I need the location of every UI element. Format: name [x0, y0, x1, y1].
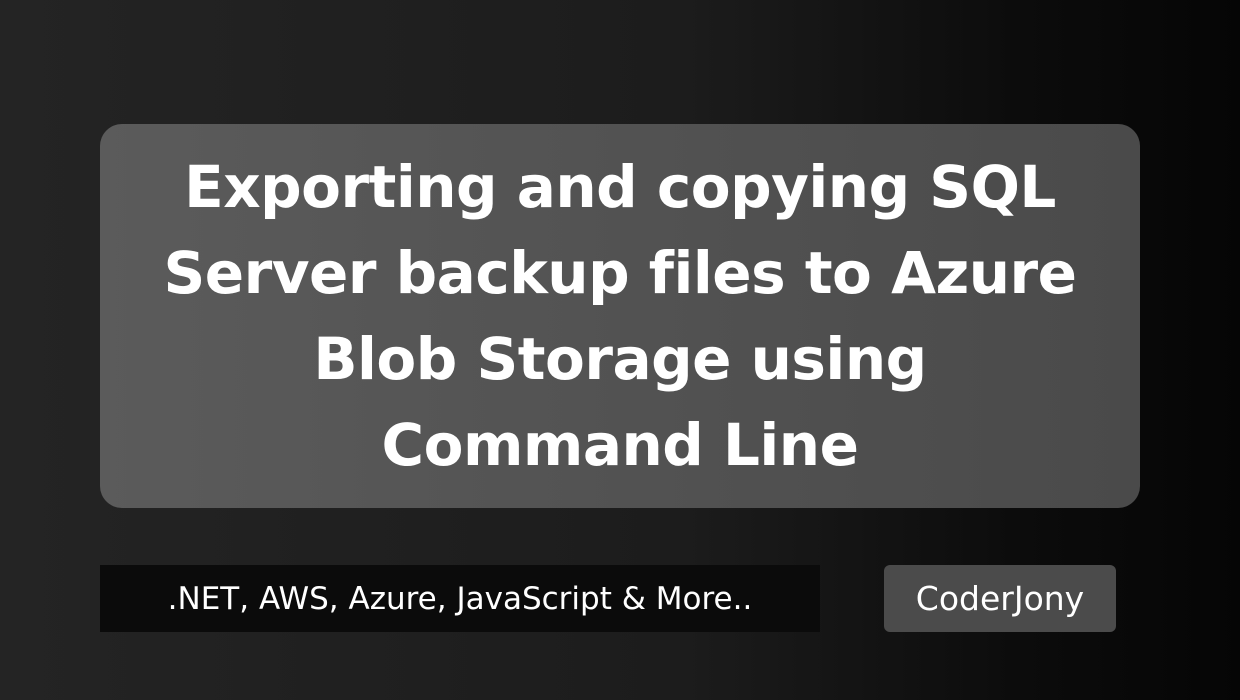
page-title: Exporting and copying SQL Server backup …	[164, 144, 1077, 488]
brand-name: CoderJony	[915, 579, 1085, 618]
title-line-4: Command Line	[381, 411, 859, 479]
title-line-2: Server backup files to Azure	[163, 239, 1077, 307]
title-card: Exporting and copying SQL Server backup …	[100, 124, 1140, 508]
brand-badge: CoderJony	[884, 565, 1116, 632]
title-line-1: Exporting and copying SQL	[184, 153, 1056, 221]
tagline-text: .NET, AWS, Azure, JavaScript & More..	[167, 580, 753, 617]
title-line-3: Blob Storage using	[313, 325, 927, 393]
tagline-bar: .NET, AWS, Azure, JavaScript & More..	[100, 565, 820, 632]
